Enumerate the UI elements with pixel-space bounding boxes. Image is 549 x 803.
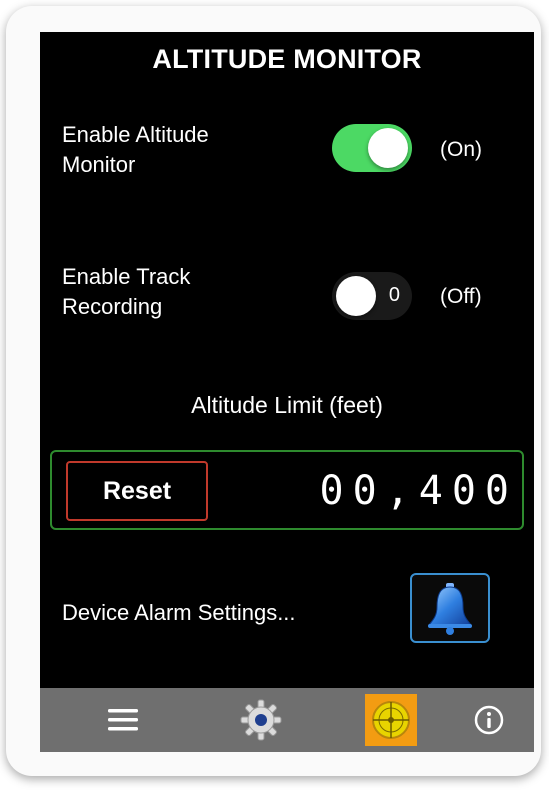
tab-settings[interactable]	[236, 695, 286, 745]
track-recording-state: (Off)	[440, 285, 482, 308]
gear-icon	[240, 699, 282, 741]
app-frame: ALTITUDE MONITOR Enable Altitude Monitor…	[6, 6, 541, 776]
app-screen: ALTITUDE MONITOR Enable Altitude Monitor…	[40, 32, 534, 752]
alarm-settings-label[interactable]: Device Alarm Settings...	[62, 600, 296, 626]
alarm-settings-button[interactable]	[410, 573, 490, 643]
tab-menu[interactable]	[98, 695, 148, 745]
switch-off-mark: 0	[388, 284, 400, 306]
track-recording-label-line2: Recording	[62, 294, 163, 319]
tab-compass[interactable]	[365, 694, 417, 746]
tab-info[interactable]	[464, 695, 514, 745]
altitude-monitor-label-line1: Enable Altitude	[62, 122, 209, 147]
track-recording-label: Enable Track Recording	[62, 262, 190, 322]
info-icon	[474, 705, 504, 735]
bottom-tab-bar	[40, 688, 534, 752]
track-recording-switch[interactable]: 0	[332, 272, 412, 320]
page-title: ALTITUDE MONITOR	[152, 44, 422, 74]
reset-button[interactable]: Reset	[66, 461, 208, 521]
altitude-limit-label: Altitude Limit (feet)	[191, 392, 383, 418]
altitude-monitor-switch[interactable]	[332, 124, 412, 172]
menu-icon	[108, 709, 138, 731]
altitude-monitor-label-line2: Monitor	[62, 152, 136, 177]
altitude-monitor-state: (On)	[440, 138, 482, 161]
bell-icon	[427, 583, 473, 635]
altitude-limit-value[interactable]: 00,400	[248, 462, 518, 520]
track-recording-label-line1: Enable Track	[62, 264, 191, 289]
altitude-limit-panel: Reset 00,400	[50, 450, 524, 530]
altitude-monitor-label: Enable Altitude Monitor	[62, 120, 209, 180]
switch-knob	[336, 276, 376, 316]
compass-icon	[372, 701, 410, 739]
switch-knob	[368, 128, 408, 168]
